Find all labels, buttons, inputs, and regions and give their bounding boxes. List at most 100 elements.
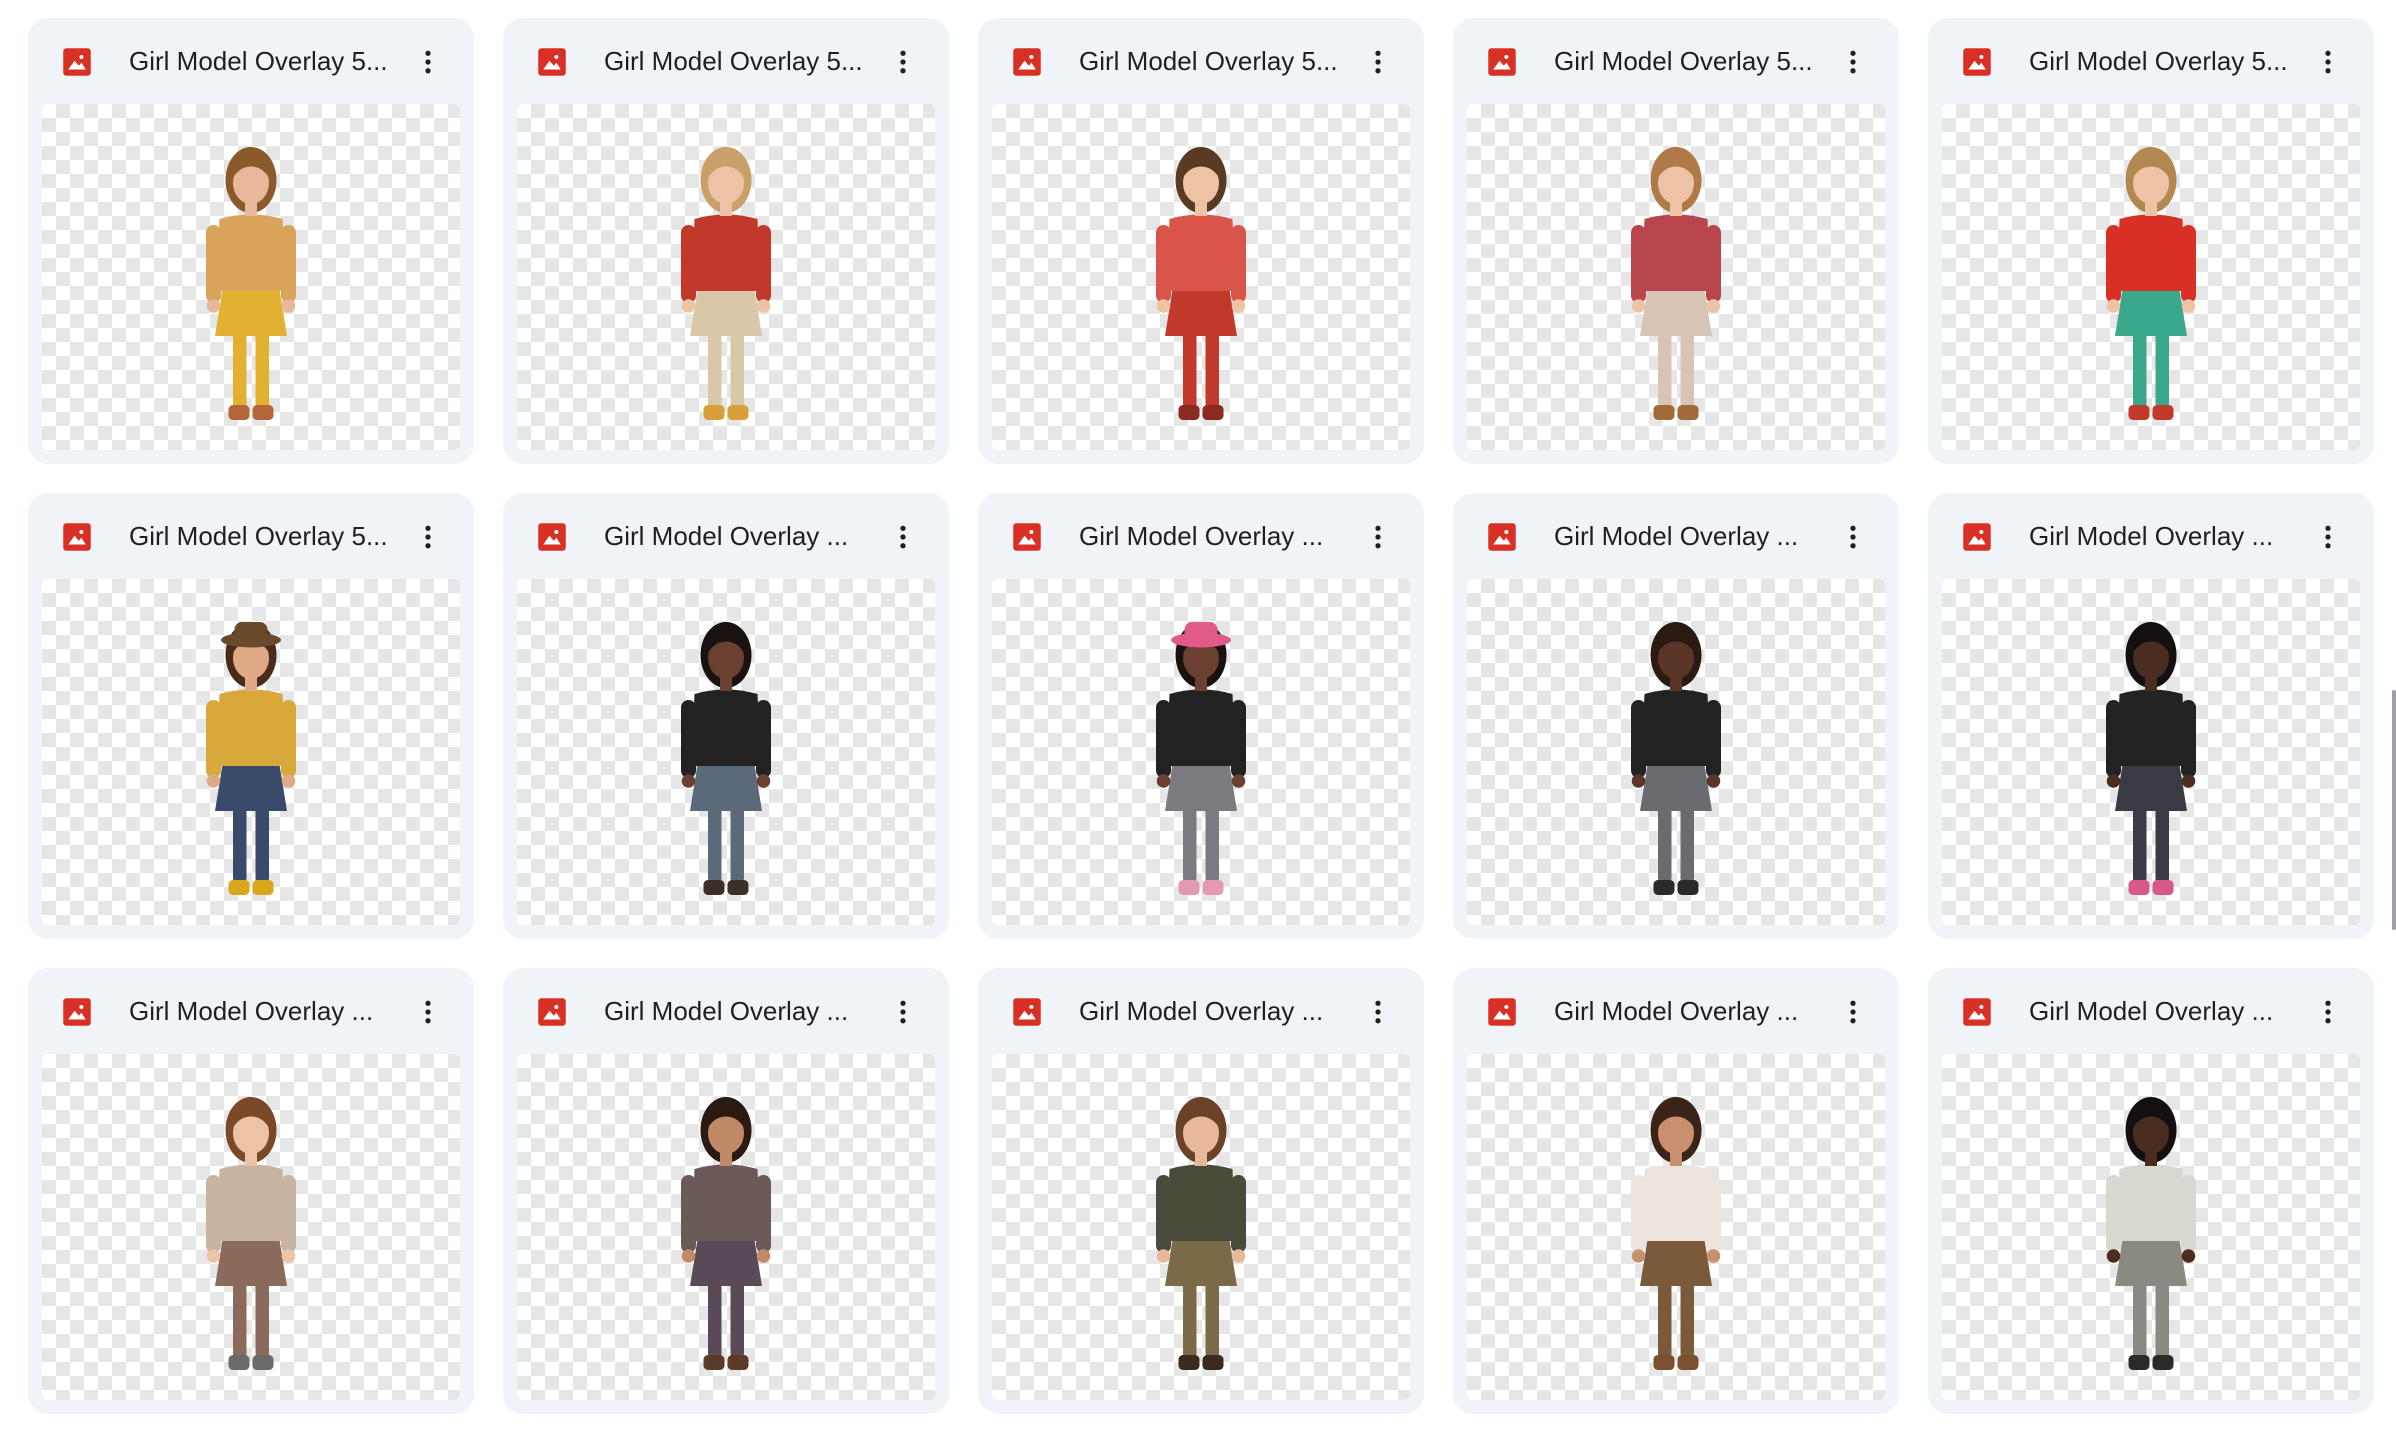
- file-card-header: Girl Model Overlay ...: [978, 968, 1424, 1054]
- girl-model-figure: [2106, 147, 2196, 420]
- file-name[interactable]: Girl Model Overlay ...: [604, 990, 884, 1032]
- file-card-header: Girl Model Overlay ...: [1453, 968, 1899, 1054]
- file-card[interactable]: Girl Model Overlay 5...: [503, 18, 949, 464]
- file-name[interactable]: Girl Model Overlay 5...: [1554, 40, 1834, 82]
- file-card[interactable]: Girl Model Overlay ...: [1453, 493, 1899, 939]
- more-actions-button[interactable]: [404, 513, 452, 561]
- file-name[interactable]: Girl Model Overlay 5...: [2029, 40, 2309, 82]
- more-actions-button[interactable]: [879, 513, 927, 561]
- more-vert-icon: [425, 1000, 431, 1024]
- file-name[interactable]: Girl Model Overlay 5...: [604, 40, 884, 82]
- file-name[interactable]: Girl Model Overlay 5...: [129, 515, 409, 557]
- image-file-icon: [1963, 998, 1991, 1026]
- file-name[interactable]: Girl Model Overlay ...: [2029, 515, 2309, 557]
- image-thumbnail[interactable]: [42, 579, 460, 925]
- more-actions-button[interactable]: [1829, 513, 1877, 561]
- file-card[interactable]: Girl Model Overlay 5...: [1453, 18, 1899, 464]
- image-thumbnail[interactable]: [992, 579, 1410, 925]
- more-vert-icon: [1375, 525, 1381, 549]
- image-file-icon: [1488, 48, 1516, 76]
- girl-model-figure: [2106, 1097, 2196, 1370]
- girl-model-figure: [206, 622, 296, 895]
- file-card-header: Girl Model Overlay ...: [1928, 968, 2374, 1054]
- file-name[interactable]: Girl Model Overlay ...: [604, 515, 884, 557]
- more-actions-button[interactable]: [404, 988, 452, 1036]
- file-card-header: Girl Model Overlay ...: [503, 968, 949, 1054]
- image-thumbnail[interactable]: [992, 1054, 1410, 1400]
- image-file-icon: [63, 48, 91, 76]
- file-card[interactable]: Girl Model Overlay ...: [28, 968, 474, 1414]
- file-card[interactable]: Girl Model Overlay 5...: [1928, 18, 2374, 464]
- image-file-icon: [538, 998, 566, 1026]
- image-thumbnail[interactable]: [42, 104, 460, 450]
- image-file-icon: [1488, 998, 1516, 1026]
- girl-model-figure: [206, 147, 296, 420]
- file-card[interactable]: Girl Model Overlay 5...: [28, 493, 474, 939]
- file-card-header: Girl Model Overlay 5...: [1453, 18, 1899, 104]
- file-name[interactable]: Girl Model Overlay ...: [1079, 515, 1359, 557]
- more-vert-icon: [2325, 1000, 2331, 1024]
- image-thumbnail[interactable]: [1942, 579, 2360, 925]
- more-vert-icon: [900, 1000, 906, 1024]
- file-name[interactable]: Girl Model Overlay ...: [1554, 990, 1834, 1032]
- file-card-header: Girl Model Overlay 5...: [28, 493, 474, 579]
- girl-model-figure: [1631, 147, 1721, 420]
- girl-model-figure: [681, 1097, 771, 1370]
- more-actions-button[interactable]: [879, 38, 927, 86]
- more-vert-icon: [1375, 1000, 1381, 1024]
- more-actions-button[interactable]: [2304, 513, 2352, 561]
- image-thumbnail[interactable]: [517, 579, 935, 925]
- girl-model-figure: [206, 1097, 296, 1370]
- file-card[interactable]: Girl Model Overlay ...: [978, 968, 1424, 1414]
- image-thumbnail[interactable]: [1942, 104, 2360, 450]
- image-file-icon: [538, 523, 566, 551]
- file-name[interactable]: Girl Model Overlay ...: [1079, 990, 1359, 1032]
- more-actions-button[interactable]: [1829, 988, 1877, 1036]
- file-card-header: Girl Model Overlay 5...: [1928, 18, 2374, 104]
- more-actions-button[interactable]: [879, 988, 927, 1036]
- more-actions-button[interactable]: [1829, 38, 1877, 86]
- more-actions-button[interactable]: [2304, 38, 2352, 86]
- image-file-icon: [1013, 998, 1041, 1026]
- girl-model-figure: [1156, 622, 1246, 895]
- girl-model-figure: [1156, 1097, 1246, 1370]
- file-card-header: Girl Model Overlay 5...: [28, 18, 474, 104]
- image-thumbnail[interactable]: [1467, 104, 1885, 450]
- file-card[interactable]: Girl Model Overlay ...: [1928, 968, 2374, 1414]
- more-actions-button[interactable]: [2304, 988, 2352, 1036]
- more-vert-icon: [425, 525, 431, 549]
- image-file-icon: [1013, 48, 1041, 76]
- file-card[interactable]: Girl Model Overlay 5...: [978, 18, 1424, 464]
- more-vert-icon: [2325, 525, 2331, 549]
- file-card[interactable]: Girl Model Overlay ...: [503, 493, 949, 939]
- file-name[interactable]: Girl Model Overlay ...: [2029, 990, 2309, 1032]
- file-name[interactable]: Girl Model Overlay 5...: [129, 40, 409, 82]
- file-name[interactable]: Girl Model Overlay ...: [1554, 515, 1834, 557]
- image-thumbnail[interactable]: [42, 1054, 460, 1400]
- more-vert-icon: [1850, 50, 1856, 74]
- file-card[interactable]: Girl Model Overlay ...: [1453, 968, 1899, 1414]
- image-file-icon: [63, 523, 91, 551]
- image-thumbnail[interactable]: [517, 1054, 935, 1400]
- file-name[interactable]: Girl Model Overlay 5...: [1079, 40, 1359, 82]
- file-card[interactable]: Girl Model Overlay 5...: [28, 18, 474, 464]
- file-name[interactable]: Girl Model Overlay ...: [129, 990, 409, 1032]
- image-thumbnail[interactable]: [1942, 1054, 2360, 1400]
- file-card[interactable]: Girl Model Overlay ...: [978, 493, 1424, 939]
- image-thumbnail[interactable]: [1467, 1054, 1885, 1400]
- girl-model-figure: [2106, 622, 2196, 895]
- more-actions-button[interactable]: [404, 38, 452, 86]
- file-card[interactable]: Girl Model Overlay ...: [503, 968, 949, 1414]
- more-vert-icon: [2325, 50, 2331, 74]
- more-actions-button[interactable]: [1354, 38, 1402, 86]
- image-thumbnail[interactable]: [517, 104, 935, 450]
- more-vert-icon: [1850, 525, 1856, 549]
- image-thumbnail[interactable]: [1467, 579, 1885, 925]
- scrollbar[interactable]: [2392, 690, 2396, 930]
- more-actions-button[interactable]: [1354, 513, 1402, 561]
- more-actions-button[interactable]: [1354, 988, 1402, 1036]
- girl-model-figure: [1156, 147, 1246, 420]
- file-card[interactable]: Girl Model Overlay ...: [1928, 493, 2374, 939]
- image-thumbnail[interactable]: [992, 104, 1410, 450]
- image-file-icon: [538, 48, 566, 76]
